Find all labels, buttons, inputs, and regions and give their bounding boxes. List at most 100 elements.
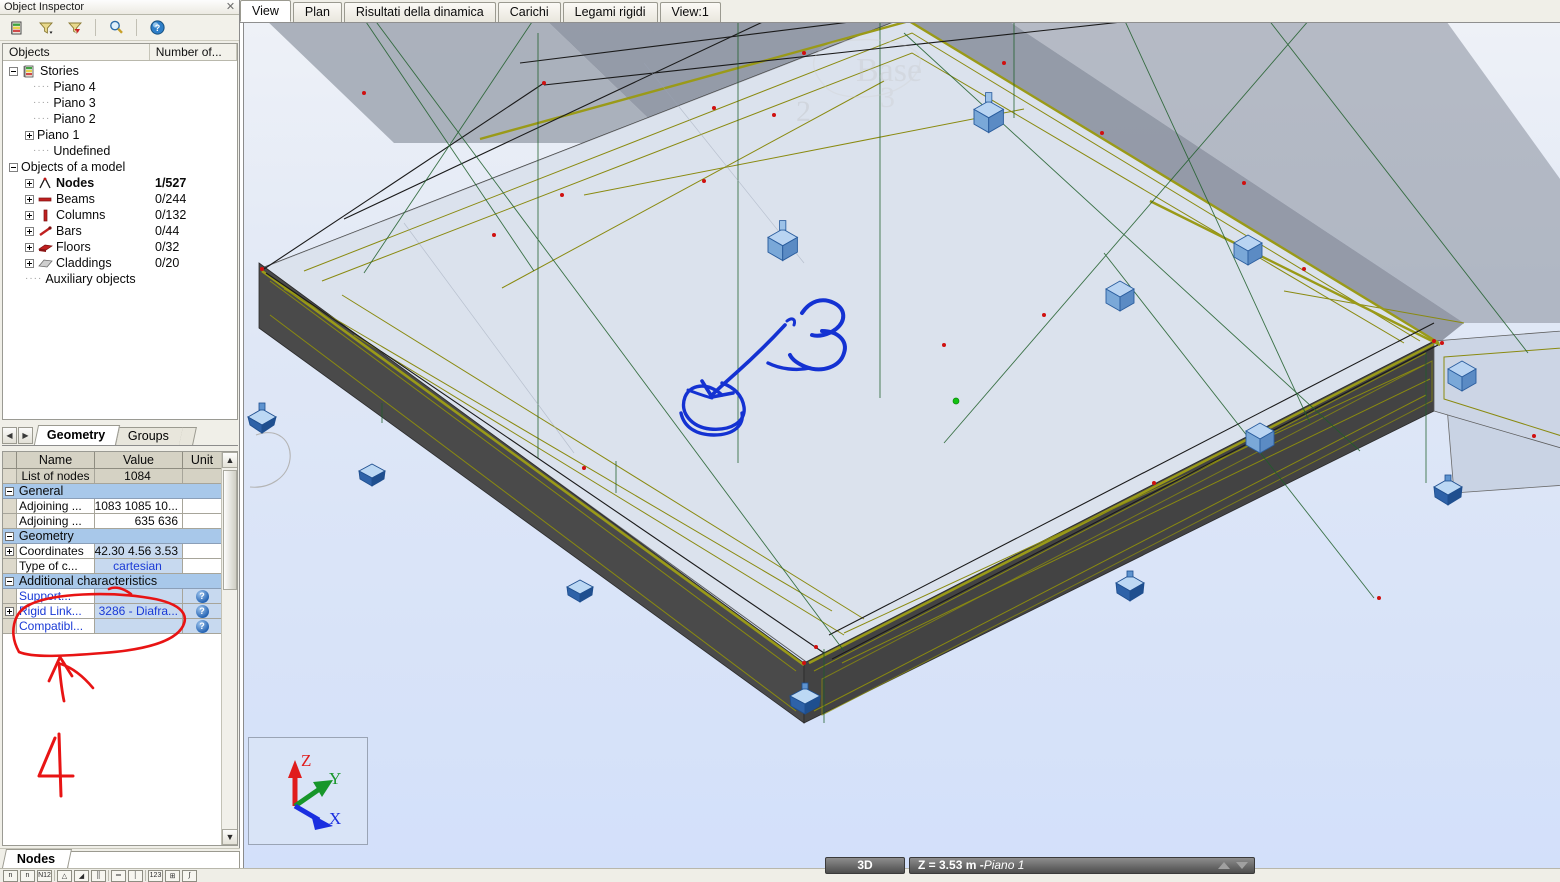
collapse-icon[interactable] <box>5 531 15 541</box>
filter-icon[interactable] <box>33 17 59 39</box>
view-tab-carichi[interactable]: Carichi <box>497 2 561 22</box>
property-name[interactable]: Support... <box>17 589 95 604</box>
beam-section-icon[interactable]: ═ <box>111 869 126 882</box>
property-name[interactable]: Adjoining ... <box>17 499 95 514</box>
tree-column-objects[interactable]: Objects <box>3 44 150 60</box>
property-value[interactable]: 1083 1085 10... <box>95 499 183 514</box>
tab-groups[interactable]: Groups <box>115 427 185 445</box>
property-row[interactable]: Adjoining ... 1083 1085 10... <box>3 499 221 514</box>
property-value[interactable]: 3286 - Diafra... <box>95 604 183 619</box>
curve-icon[interactable]: ∫ <box>182 869 197 882</box>
tab-geometry[interactable]: Geometry <box>33 425 121 445</box>
chevron-left-icon[interactable]: ◀ <box>2 427 17 444</box>
property-name[interactable]: Coordinates <box>17 544 95 559</box>
tree-item-beams[interactable]: Beams <box>3 191 237 207</box>
property-row[interactable]: Geometry <box>3 529 221 544</box>
collapse-icon[interactable] <box>5 576 15 586</box>
chevron-right-icon[interactable]: ▶ <box>18 427 33 444</box>
z-level-indicator[interactable]: Z = 3.53 m - Piano 1 <box>909 856 1255 874</box>
tree-item-undefined[interactable]: ···· Undefined <box>3 143 237 159</box>
axis-orientation-gizmo[interactable]: Z Y X <box>248 737 368 845</box>
tree-item-piano-1[interactable]: Piano 1 <box>3 127 237 143</box>
property-name[interactable]: Rigid Link... <box>17 604 95 619</box>
tab-nodes[interactable]: Nodes <box>1 849 73 868</box>
help-icon[interactable]: ? <box>195 619 209 633</box>
property-value[interactable]: 42.30 4.56 3.53 <box>95 544 183 559</box>
property-value[interactable] <box>95 619 183 634</box>
tree-item-piano-4[interactable]: ···· Piano 4 <box>3 79 237 95</box>
clear-filter-icon[interactable]: A <box>62 17 88 39</box>
tree-column-number[interactable]: Number of... <box>150 44 237 60</box>
collapse-icon[interactable] <box>5 486 15 496</box>
property-column-value[interactable]: Value <box>95 452 183 468</box>
property-value[interactable] <box>95 589 183 604</box>
object-tree[interactable]: Objects Number of... Stories ···· Piano 4 ·… <box>2 43 238 420</box>
view-tab-plan[interactable]: Plan <box>292 2 342 22</box>
search-icon[interactable] <box>103 17 129 39</box>
expand-icon[interactable] <box>25 226 34 236</box>
collapse-icon[interactable] <box>9 66 18 76</box>
tree-item-claddings[interactable]: Claddings <box>3 255 237 271</box>
tree-item-piano-2[interactable]: ···· Piano 2 <box>3 111 237 127</box>
tree-item-columns[interactable]: Columns <box>3 207 237 223</box>
help-icon[interactable]: ? <box>195 604 209 618</box>
expand-icon[interactable] <box>5 606 14 616</box>
property-row[interactable]: Type of c... cartesian <box>3 559 221 574</box>
property-row[interactable]: Coordinates 42.30 4.56 3.53 <box>3 544 221 559</box>
collapse-icon[interactable] <box>9 162 18 172</box>
property-name[interactable]: List of nodes <box>17 469 95 484</box>
close-icon[interactable]: ✕ <box>224 1 237 13</box>
expand-icon[interactable] <box>25 258 34 268</box>
chevron-down-icon[interactable]: ▼ <box>222 829 237 845</box>
n12-icon[interactable]: N12 <box>37 869 52 882</box>
expand-icon[interactable] <box>25 194 34 204</box>
line-icon[interactable]: │ <box>128 869 143 882</box>
help-icon[interactable]: ? <box>144 17 170 39</box>
spinner-up-icon[interactable] <box>1218 861 1230 869</box>
expand-icon[interactable] <box>25 210 34 220</box>
view-tab-view-1[interactable]: View:1 <box>659 2 721 22</box>
numbers-123-icon[interactable]: 123 <box>148 869 163 882</box>
model-3d-canvas[interactable]: Base 2 3 <box>243 23 1560 868</box>
expand-icon[interactable] <box>25 242 34 252</box>
expand-icon[interactable] <box>5 546 14 556</box>
property-row[interactable]: Additional characteristics <box>3 574 221 589</box>
node-label-icon[interactable]: n <box>20 869 35 882</box>
slope-icon[interactable]: ◢ <box>74 869 89 882</box>
property-name[interactable]: Adjoining ... <box>17 514 95 529</box>
chevron-up-icon[interactable]: ▲ <box>222 452 237 468</box>
tree-item-piano-3[interactable]: ···· Piano 3 <box>3 95 237 111</box>
property-name[interactable]: Type of c... <box>17 559 95 574</box>
property-value[interactable]: 635 636 <box>95 514 183 529</box>
tree-item-objects-of-a-model[interactable]: Objects of a model <box>3 159 237 175</box>
node-number-icon[interactable]: n <box>3 869 18 882</box>
property-column-name[interactable]: Name <box>17 452 95 468</box>
view-tab-legami-rigidi[interactable]: Legami rigidi <box>562 2 658 22</box>
stories-icon[interactable] <box>4 17 30 39</box>
property-row[interactable]: Compatibl...? <box>3 619 221 634</box>
property-value[interactable]: 1084 <box>95 469 183 484</box>
property-row[interactable]: General <box>3 484 221 499</box>
property-name[interactable]: Compatibl... <box>17 619 95 634</box>
property-grid[interactable]: Name Value Unit List of nodes 1084 General… <box>2 451 238 846</box>
column-icon[interactable]: ║ <box>91 869 106 882</box>
property-row[interactable]: Support...? <box>3 589 221 604</box>
tree-item-auxiliary-objects[interactable]: ···· Auxiliary objects <box>3 271 237 287</box>
scrollbar-thumb[interactable] <box>223 470 237 590</box>
tree-item-stories[interactable]: Stories <box>3 63 237 79</box>
expand-icon[interactable] <box>25 178 34 188</box>
property-value[interactable]: cartesian <box>95 559 183 574</box>
grid-snap-icon[interactable]: ⊞ <box>165 869 180 882</box>
help-icon[interactable]: ? <box>195 589 209 603</box>
tree-item-nodes[interactable]: Nodes <box>3 175 237 191</box>
spinner-down-icon[interactable] <box>1236 861 1248 869</box>
expand-icon[interactable] <box>25 130 34 140</box>
property-row[interactable]: Rigid Link... 3286 - Diafra...? <box>3 604 221 619</box>
tree-item-bars[interactable]: Bars <box>3 223 237 239</box>
view-mode-3d-button[interactable]: 3D <box>825 856 905 874</box>
property-row[interactable]: Adjoining ... 635 636 <box>3 514 221 529</box>
view-tab-risultati-della-dinamica[interactable]: Risultati della dinamica <box>343 2 496 22</box>
property-grid-scrollbar[interactable]: ▲ ▼ <box>221 452 237 845</box>
angle-icon[interactable]: △ <box>57 869 72 882</box>
property-column-unit[interactable]: Unit <box>183 452 221 468</box>
